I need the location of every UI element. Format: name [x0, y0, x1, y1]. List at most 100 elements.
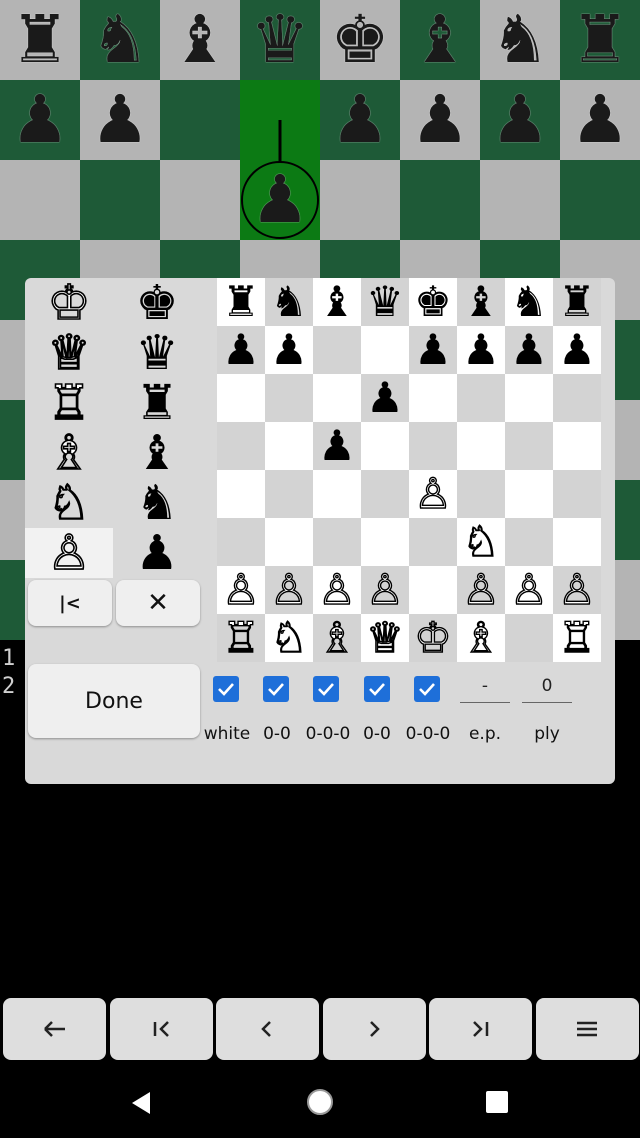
checkbox-4[interactable]: [414, 676, 440, 702]
palette-black-bishop[interactable]: ♝: [113, 428, 201, 478]
palette-white-rook[interactable]: ♖: [25, 377, 113, 429]
board-square[interactable]: [80, 160, 160, 240]
editor-square[interactable]: [217, 422, 265, 470]
editor-square[interactable]: [409, 374, 457, 422]
editor-piece[interactable]: ♙: [409, 469, 457, 518]
editor-piece[interactable]: ♘: [457, 517, 505, 566]
first-position-button[interactable]: |<: [28, 580, 112, 626]
editor-piece[interactable]: ♙: [505, 565, 553, 614]
editor-square[interactable]: [409, 422, 457, 470]
palette-white-knight[interactable]: ♘: [25, 477, 113, 529]
editor-square[interactable]: [217, 374, 265, 422]
editor-piece[interactable]: ♙: [313, 565, 361, 614]
next-move-button[interactable]: [323, 998, 426, 1060]
editor-square[interactable]: [553, 422, 601, 470]
goto-end-button[interactable]: [429, 998, 532, 1060]
editor-piece[interactable]: ♜: [217, 278, 265, 326]
board-square[interactable]: [160, 80, 240, 160]
editor-piece[interactable]: ♙: [553, 565, 601, 614]
ply-field[interactable]: 0: [522, 676, 572, 703]
editor-square[interactable]: [505, 374, 553, 422]
palette-white-pawn[interactable]: ♙: [25, 527, 113, 579]
editor-square[interactable]: [217, 518, 265, 566]
board-square[interactable]: [0, 160, 80, 240]
palette-white-queen[interactable]: ♕: [25, 327, 113, 379]
editor-piece[interactable]: ♝: [313, 278, 361, 326]
editor-piece[interactable]: ♙: [265, 565, 313, 614]
editor-piece[interactable]: ♘: [265, 613, 313, 662]
board-square[interactable]: [320, 160, 400, 240]
editor-square[interactable]: [313, 326, 361, 374]
editor-square[interactable]: [313, 518, 361, 566]
palette-white-king[interactable]: ♔: [25, 277, 113, 329]
checkbox-2[interactable]: [313, 676, 339, 702]
board-piece[interactable]: ♜: [560, 0, 640, 80]
editor-piece[interactable]: ♜: [553, 278, 601, 326]
editor-piece[interactable]: ♟: [313, 422, 361, 470]
editor-chessboard[interactable]: ♜ ♞ ♝ ♛ ♚ ♝ ♞ ♜ ♟ ♟ ♟ ♟ ♟ ♟ ♟ ♟ ♙ ♘ ♙ ♙ ♙ ♙ ♙ ♙ ♙ ♖ ♘ ♗ ♕ ♔ ♗ ♖: [217, 278, 601, 662]
editor-square[interactable]: [361, 470, 409, 518]
editor-square[interactable]: [265, 470, 313, 518]
editor-square[interactable]: [457, 470, 505, 518]
editor-piece[interactable]: ♗: [313, 613, 361, 662]
home-icon[interactable]: [304, 1086, 336, 1118]
palette-white-bishop[interactable]: ♗: [25, 427, 113, 479]
editor-piece[interactable]: ♟: [265, 326, 313, 374]
editor-square[interactable]: [361, 326, 409, 374]
editor-square[interactable]: [265, 374, 313, 422]
editor-square[interactable]: [553, 470, 601, 518]
editor-square[interactable]: [409, 566, 457, 614]
editor-piece[interactable]: ♟: [505, 326, 553, 374]
checkbox-0[interactable]: [213, 676, 239, 702]
editor-piece[interactable]: ♟: [553, 326, 601, 374]
editor-square[interactable]: [217, 470, 265, 518]
editor-piece[interactable]: ♛: [361, 278, 409, 326]
editor-piece[interactable]: ♔: [409, 613, 457, 662]
editor-square[interactable]: [313, 374, 361, 422]
clear-board-button[interactable]: ✕: [116, 580, 200, 626]
board-square[interactable]: [400, 160, 480, 240]
menu-button[interactable]: [536, 998, 639, 1060]
back-icon[interactable]: [126, 1088, 156, 1118]
board-square[interactable]: [560, 160, 640, 240]
board-piece[interactable]: ♟: [560, 80, 640, 160]
editor-square[interactable]: [505, 518, 553, 566]
editor-square[interactable]: [361, 422, 409, 470]
recents-icon[interactable]: [484, 1089, 510, 1115]
editor-square[interactable]: [505, 422, 553, 470]
palette-black-king[interactable]: ♚: [113, 278, 201, 328]
editor-piece[interactable]: ♚: [409, 278, 457, 326]
editor-piece[interactable]: ♟: [457, 326, 505, 374]
goto-start-button[interactable]: [110, 998, 213, 1060]
editor-square[interactable]: [457, 422, 505, 470]
board-piece[interactable]: ♛: [240, 0, 320, 80]
editor-piece[interactable]: ♙: [457, 565, 505, 614]
editor-piece[interactable]: ♞: [265, 278, 313, 326]
board-square[interactable]: [160, 160, 240, 240]
board-piece[interactable]: ♟: [0, 80, 80, 160]
board-piece[interactable]: ♞: [80, 0, 160, 80]
palette-black-knight[interactable]: ♞: [113, 478, 201, 528]
palette-black-queen[interactable]: ♛: [113, 328, 201, 378]
editor-square[interactable]: [553, 374, 601, 422]
editor-square[interactable]: [313, 470, 361, 518]
editor-piece[interactable]: ♙: [361, 565, 409, 614]
editor-square[interactable]: [409, 518, 457, 566]
editor-piece[interactable]: ♕: [361, 613, 409, 662]
board-piece[interactable]: ♜: [0, 0, 80, 80]
board-piece[interactable]: ♟: [400, 80, 480, 160]
editor-square[interactable]: [265, 422, 313, 470]
board-piece[interactable]: ♝: [160, 0, 240, 80]
board-piece[interactable]: ♟: [480, 80, 560, 160]
undo-button[interactable]: [3, 998, 106, 1060]
board-piece[interactable]: ♝: [400, 0, 480, 80]
editor-square[interactable]: [265, 518, 313, 566]
editor-piece[interactable]: ♞: [505, 278, 553, 326]
editor-piece[interactable]: ♟: [409, 326, 457, 374]
editor-square[interactable]: [505, 614, 553, 662]
editor-piece[interactable]: ♖: [553, 613, 601, 662]
editor-piece[interactable]: ♝: [457, 278, 505, 326]
editor-piece[interactable]: ♙: [217, 565, 265, 614]
editor-piece[interactable]: ♟: [361, 374, 409, 422]
editor-piece[interactable]: ♟: [217, 326, 265, 374]
